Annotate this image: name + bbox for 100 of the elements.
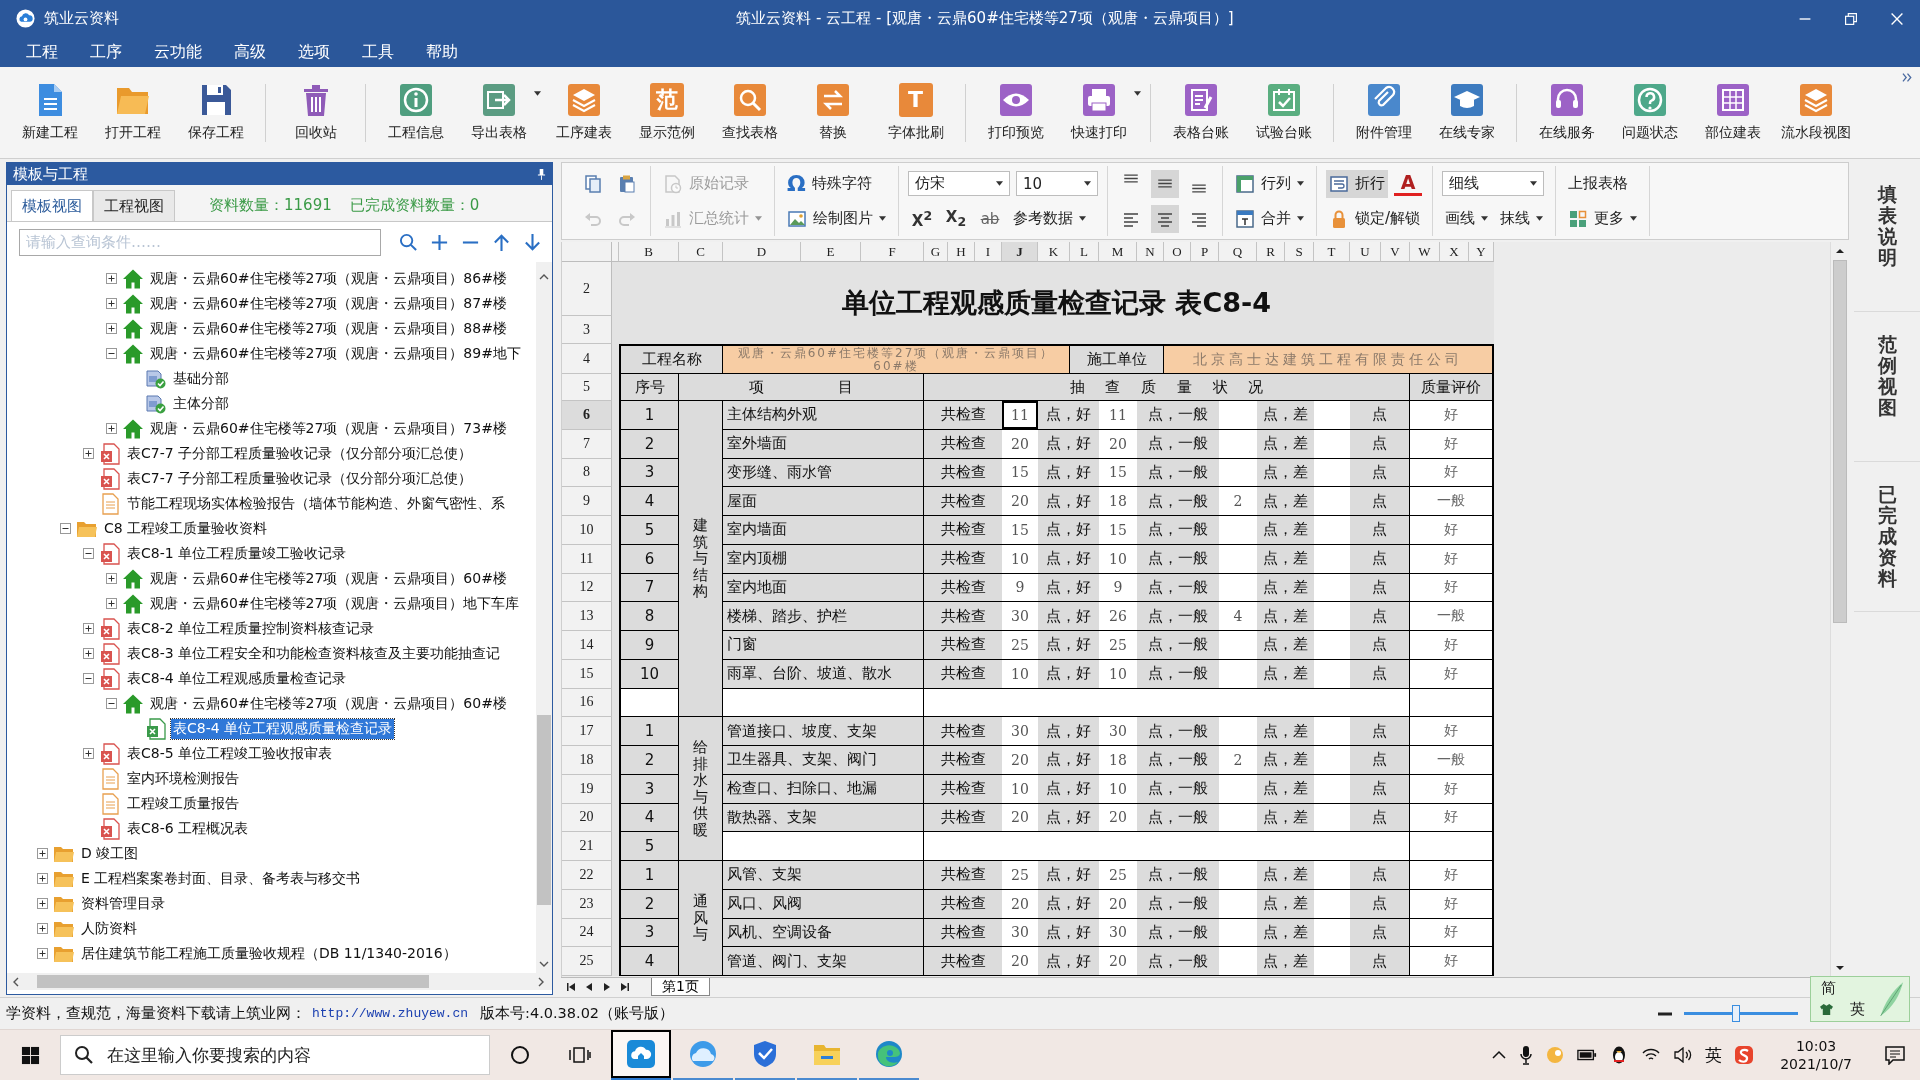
toolbar-button[interactable]: 在线专家 (1425, 72, 1508, 153)
toolbar-button[interactable]: 工序建表 (542, 72, 625, 153)
tree-item[interactable]: 表C8-6 工程概况表 (125, 818, 251, 839)
font-family-dropdown[interactable]: 仿宋 (908, 171, 1010, 196)
tree-item[interactable]: 观唐・云鼎60#住宅楼等27项（观唐・云鼎项目）60#楼 (148, 568, 509, 589)
expand-toggle-icon[interactable] (37, 848, 48, 859)
row-number[interactable]: 21 (562, 832, 612, 861)
row-number[interactable]: 14 (562, 631, 612, 660)
plus-icon[interactable] (430, 232, 449, 252)
row-number[interactable]: 25 (562, 947, 612, 976)
toolbar-button[interactable]: 部位建表 (1691, 72, 1774, 153)
toolbar-button[interactable]: 替换 (791, 72, 874, 153)
column-header[interactable]: V (1381, 242, 1410, 262)
scrollbar-thumb[interactable] (1833, 260, 1847, 624)
column-header[interactable]: T (1314, 242, 1350, 262)
toolbar-button[interactable]: 导出表格 (457, 72, 540, 153)
scrollbar-thumb[interactable] (37, 975, 430, 988)
tree-item[interactable]: 表C7-7 子分部工程质量验收记录（仅分部分项汇总使） (125, 468, 475, 489)
microphone-icon[interactable] (1519, 1045, 1534, 1065)
expand-toggle-icon[interactable] (106, 323, 117, 334)
tree-item[interactable]: 观唐・云鼎60#住宅楼等27项（观唐・云鼎项目）86#楼 (148, 268, 509, 289)
search-icon[interactable] (399, 232, 418, 252)
tree-item[interactable]: 表C8-4 单位工程观感质量检查记录 (171, 718, 395, 739)
scroll-down-icon[interactable] (539, 959, 549, 969)
toolbar-button[interactable]: 问题状态 (1608, 72, 1691, 153)
expand-toggle-icon[interactable] (37, 923, 48, 934)
column-header[interactable]: O (1164, 242, 1191, 262)
ring-icon[interactable] (510, 1045, 530, 1065)
row-number[interactable]: 2 (562, 262, 612, 316)
column-header[interactable]: Y (1469, 242, 1494, 262)
expand-toggle-icon[interactable] (106, 573, 117, 584)
toolbar-button[interactable]: 试验台账 (1242, 72, 1325, 153)
row-number[interactable]: 22 (562, 861, 612, 890)
tree-item[interactable]: 表C8-2 单位工程质量控制资料核查记录 (125, 618, 377, 639)
row-number[interactable]: 11 (562, 544, 612, 574)
tree-item[interactable]: 主体分部 (171, 393, 231, 414)
side-panel-tab[interactable]: 已完成资料 (1854, 462, 1920, 612)
tree-item[interactable]: 表C8-5 单位工程竣工验收报审表 (125, 743, 335, 764)
column-header[interactable]: J (1002, 242, 1038, 262)
panel-tab[interactable]: 工程视图 (93, 190, 175, 221)
toolbar-button[interactable]: 折行 (1326, 169, 1388, 198)
toolbar-button[interactable]: 打印预览 (974, 72, 1057, 153)
expand-toggle-icon[interactable] (83, 648, 94, 659)
expand-toggle-icon[interactable] (37, 873, 48, 884)
toolbar-button[interactable]: 上报表格 (1565, 169, 1632, 198)
tree-item[interactable]: 表C7-7 子分部工程质量验收记录（仅分部分项汇总使） (125, 443, 475, 464)
toolbar-button[interactable]: 流水段视图 (1774, 72, 1857, 153)
column-header[interactable]: G (924, 242, 948, 262)
tree-item[interactable]: 观唐・云鼎60#住宅楼等27项（观唐・云鼎项目）73#楼 (148, 418, 509, 439)
menu-item[interactable]: 高级 (218, 37, 282, 67)
column-header[interactable]: R (1257, 242, 1285, 262)
toolbar-button[interactable]: 在线服务 (1525, 72, 1608, 153)
tree-item[interactable]: 表C8-3 单位工程安全和功能检查资料核查及主要功能抽查记 (125, 643, 503, 664)
column-header[interactable]: D (723, 242, 801, 262)
expand-toggle-icon[interactable] (83, 623, 94, 634)
tree-item[interactable]: 表C8-1 单位工程质量竣工验收记录 (125, 543, 349, 564)
scrollbar-thumb[interactable] (537, 715, 551, 905)
toolbar-button[interactable]: 快速打印 (1057, 72, 1140, 153)
input-method-panel[interactable]: 简 英 (1810, 976, 1910, 1022)
tree-item[interactable]: 人防资料 (79, 918, 139, 939)
expand-toggle-icon[interactable] (106, 423, 117, 434)
column-header[interactable]: S (1285, 242, 1314, 262)
toolbar-button[interactable]: 查找表格 (708, 72, 791, 153)
menu-item[interactable]: 工程 (10, 37, 74, 67)
task-view-icon[interactable] (569, 1045, 591, 1065)
toolbar-button[interactable]: 工程信息 (374, 72, 457, 153)
scroll-right-icon[interactable] (536, 976, 546, 987)
pin-icon[interactable] (537, 168, 546, 180)
tree-item[interactable]: 节能工程现场实体检验报告（墙体节能构造、外窗气密性、系 (125, 493, 507, 514)
collapse-toggle-icon[interactable] (60, 523, 71, 534)
expand-toggle-icon[interactable] (83, 448, 94, 459)
row-number[interactable]: 10 (562, 516, 612, 545)
column-header[interactable]: W (1410, 242, 1440, 262)
shirt-icon[interactable] (1819, 1003, 1834, 1016)
arrow-up-icon[interactable] (492, 232, 511, 252)
tree-item[interactable]: 观唐・云鼎60#住宅楼等27项（观唐・云鼎项目）88#楼 (148, 318, 509, 339)
scroll-down-icon[interactable] (1835, 963, 1845, 973)
tree-item[interactable]: 室内环境检测报告 (125, 768, 241, 789)
scroll-up-icon[interactable] (539, 272, 549, 282)
collapse-toggle-icon[interactable] (83, 548, 94, 559)
windows-logo-icon[interactable] (20, 1045, 40, 1065)
column-header[interactable]: L (1070, 242, 1099, 262)
row-number[interactable]: 20 (562, 803, 612, 833)
align-middle-button[interactable] (1151, 169, 1179, 198)
toolbar-button[interactable]: 附件管理 (1342, 72, 1425, 153)
input-language-label[interactable]: 英 (1850, 1000, 1865, 1019)
tree-item[interactable]: 观唐・云鼎60#住宅楼等27项（观唐・云鼎项目）地下车库 (148, 593, 522, 614)
expand-toggle-icon[interactable] (37, 948, 48, 959)
search-field[interactable]: 请输入查询条件…… (19, 228, 381, 256)
tree-item[interactable]: 观唐・云鼎60#住宅楼等27项（观唐・云鼎项目）89#地下 (148, 343, 523, 364)
arrow-down-icon[interactable] (523, 232, 542, 252)
battery-icon[interactable] (1577, 1047, 1598, 1063)
row-number[interactable]: 9 (562, 487, 612, 516)
row-number[interactable]: 24 (562, 918, 612, 948)
tree-item[interactable]: 观唐・云鼎60#住宅楼等27项（观唐・云鼎项目）60#楼 (148, 693, 509, 714)
scroll-up-icon[interactable] (1835, 246, 1845, 256)
tree-item[interactable]: 基础分部 (171, 368, 231, 389)
notification-icon[interactable] (1884, 1045, 1906, 1065)
strikethrough-button[interactable]: ab (976, 204, 1004, 233)
column-header[interactable]: F (861, 242, 924, 262)
